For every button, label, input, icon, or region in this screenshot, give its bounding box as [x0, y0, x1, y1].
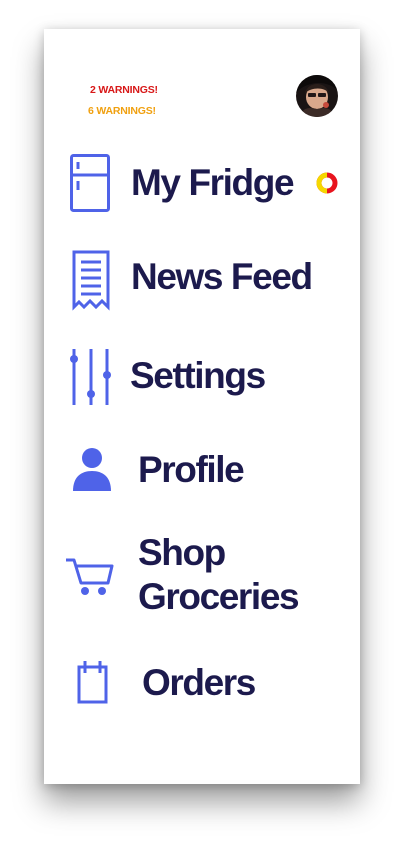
nav-label-shop-groceries: Shop Groceries: [138, 532, 300, 617]
fridge-icon: [69, 153, 111, 218]
nav-label-profile: Profile: [138, 449, 245, 490]
nav-item-orders[interactable]: Orders: [44, 657, 360, 717]
nav-label-my-fridge: My Fridge: [131, 162, 295, 203]
navigation-drawer: 2 WARNINGS! 6 WARNINGS! My Fridge News F…: [44, 29, 360, 784]
nav-label-settings: Settings: [130, 355, 266, 396]
nav-item-my-fridge[interactable]: My Fridge: [44, 149, 360, 219]
minor-warnings-badge[interactable]: 6 WARNINGS!: [88, 105, 156, 117]
nav-label-orders: Orders: [142, 662, 256, 703]
person-icon: [71, 447, 113, 498]
fridge-status-indicator[interactable]: [315, 171, 339, 195]
clipboard-icon: [76, 659, 110, 710]
nav-item-settings[interactable]: Settings: [44, 345, 360, 411]
nav-item-shop-groceries[interactable]: Shop Groceries: [44, 531, 360, 623]
cart-icon: [64, 555, 116, 604]
nav-label-news-feed: News Feed: [131, 256, 313, 297]
user-avatar[interactable]: [296, 75, 338, 117]
nav-item-profile[interactable]: Profile: [44, 441, 360, 505]
nav-item-news-feed[interactable]: News Feed: [44, 247, 360, 317]
avatar-photo: [296, 75, 338, 117]
sliders-icon: [68, 347, 114, 412]
critical-warnings-badge[interactable]: 2 WARNINGS!: [90, 84, 158, 96]
receipt-icon: [71, 249, 111, 318]
